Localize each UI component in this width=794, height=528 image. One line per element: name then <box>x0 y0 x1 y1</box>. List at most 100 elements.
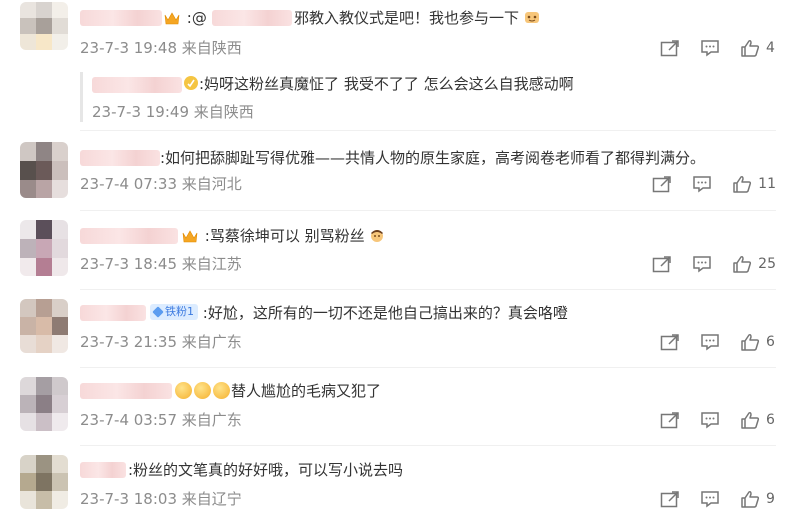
like-button[interactable]: 6 <box>740 333 776 351</box>
avatar[interactable] <box>20 2 68 50</box>
share-icon <box>660 40 679 57</box>
like-button[interactable]: 6 <box>740 411 776 429</box>
comment-item: :@ 邪教入教仪式是吧！我也参与一下 23-7-3 19:48 来自陕西 4 <box>0 0 794 66</box>
forward-button[interactable] <box>652 175 672 193</box>
comment-icon <box>701 412 719 429</box>
comment-text-line: 替人尴尬的毛病又犯了 <box>174 381 381 401</box>
share-icon <box>660 334 679 351</box>
share-icon <box>660 412 679 429</box>
reply-indent-bar <box>80 72 83 122</box>
reply-meta: 23-7-3 19:49 来自陕西 <box>92 103 254 121</box>
like-button[interactable]: 11 <box>732 175 776 193</box>
dizzy-emoji-icon <box>213 382 230 399</box>
comment-item: :如何把舔脚趾写得优雅——共情人物的原生家庭，高考阅卷老师看了都得判满分。 23… <box>0 134 794 214</box>
crown-icon <box>182 230 198 243</box>
comment-text-line: :粉丝的文笔真的好好哦，可以写小说去吗 <box>128 460 403 480</box>
reply-item: :妈呀这粉丝真魔怔了 我受不了了 怎么会这么自我感动啊 23-7-3 19:49… <box>0 66 794 126</box>
like-count: 9 <box>766 491 775 507</box>
crown-icon <box>164 12 180 25</box>
emoji-icon <box>524 12 539 23</box>
comment-text-line: :骂蔡徐坤可以 别骂粉丝 <box>180 226 385 246</box>
comment-item: :骂蔡徐坤可以 别骂粉丝 23-7-3 18:45 来自江苏 25 <box>0 214 794 292</box>
like-button[interactable]: 4 <box>740 39 776 57</box>
comment-text-line: :@ <box>162 8 207 28</box>
comment-text: :粉丝的文笔真的好好哦，可以写小说去吗 <box>128 461 404 479</box>
divider <box>80 367 776 368</box>
reply-button[interactable] <box>692 175 712 193</box>
thumbs-up-icon <box>741 40 760 57</box>
comment-meta: 23-7-3 19:48 来自陕西 <box>80 39 242 57</box>
username-blurred[interactable] <box>80 383 172 399</box>
comment-item: :粉丝的文笔真的好好哦，可以写小说去吗 23-7-3 18:03 来自辽宁 9 <box>0 449 794 528</box>
username-blurred[interactable] <box>80 150 160 166</box>
like-button[interactable]: 9 <box>740 490 776 508</box>
comment-text-line: :如何把舔脚趾写得优雅——共情人物的原生家庭，高考阅卷老师看了都得判满分。 <box>160 148 705 168</box>
dizzy-emoji-icon <box>194 382 211 399</box>
comment-text-cont: 邪教入教仪式是吧！我也参与一下 <box>294 9 520 27</box>
divider <box>80 289 776 290</box>
comment-icon <box>693 176 711 193</box>
thumbs-up-icon <box>741 334 760 351</box>
like-button[interactable]: 25 <box>732 255 776 273</box>
thumbs-up-icon <box>733 256 752 273</box>
thumbs-up-icon <box>741 491 760 508</box>
username-blurred[interactable] <box>80 10 162 26</box>
comment-icon <box>693 256 711 273</box>
forward-button[interactable] <box>652 255 672 273</box>
forward-button[interactable] <box>660 411 680 429</box>
reply-button[interactable] <box>700 490 720 508</box>
comment-icon <box>701 491 719 508</box>
badge-icon <box>184 76 198 90</box>
avatar[interactable] <box>20 142 68 198</box>
forward-button[interactable] <box>660 333 680 351</box>
mention-blurred[interactable] <box>212 10 292 26</box>
reply-text: :妈呀这粉丝真魔怔了 我受不了了 怎么会这么自我感动啊 <box>199 75 574 93</box>
dizzy-emoji-icon <box>175 382 192 399</box>
comment-text: 替人尴尬的毛病又犯了 <box>231 382 382 400</box>
like-count: 25 <box>758 256 776 272</box>
avatar[interactable] <box>20 220 68 276</box>
username-blurred[interactable] <box>80 462 126 478</box>
divider <box>80 210 776 211</box>
comment-meta: 23-7-4 07:33 来自河北 <box>80 175 242 193</box>
comment-meta: 23-7-3 18:45 来自江苏 <box>80 255 242 273</box>
comment-text: :骂蔡徐坤可以 别骂粉丝 <box>204 227 365 245</box>
avatar[interactable] <box>20 377 68 431</box>
comment-text-line: 铁粉1 :好尬，这所有的一切不还是他自己搞出来的？真会咯噔 <box>150 303 568 323</box>
username-blurred[interactable] <box>80 228 178 244</box>
avatar[interactable] <box>20 299 68 353</box>
share-icon <box>660 491 679 508</box>
comment-item: 替人尴尬的毛病又犯了 23-7-4 03:57 来自广东 6 <box>0 371 794 447</box>
like-count: 6 <box>766 412 775 428</box>
like-count: 6 <box>766 334 775 350</box>
comment-text: :@ <box>186 9 207 27</box>
diamond-icon <box>152 306 164 318</box>
forward-button[interactable] <box>660 490 680 508</box>
share-icon <box>652 256 671 273</box>
share-icon <box>652 176 671 193</box>
fan-badge[interactable]: 铁粉1 <box>150 304 198 320</box>
fan-badge-label: 铁粉1 <box>165 305 194 318</box>
reply-button[interactable] <box>692 255 712 273</box>
divider <box>80 445 776 446</box>
comment-meta: 23-7-3 18:03 来自辽宁 <box>80 490 242 508</box>
comment-text: :好尬，这所有的一切不还是他自己搞出来的？真会咯噔 <box>202 304 568 322</box>
comment-item: 铁粉1 :好尬，这所有的一切不还是他自己搞出来的？真会咯噔 23-7-3 21:… <box>0 293 794 369</box>
avatar[interactable] <box>20 455 68 509</box>
like-count: 11 <box>758 176 776 192</box>
username-blurred[interactable] <box>80 305 146 321</box>
username-blurred[interactable] <box>92 77 182 93</box>
forward-button[interactable] <box>660 39 680 57</box>
reply-button[interactable] <box>700 333 720 351</box>
comment-meta: 23-7-4 03:57 来自广东 <box>80 411 242 429</box>
divider <box>80 130 776 131</box>
thumbs-up-icon <box>741 412 760 429</box>
comment-meta: 23-7-3 21:35 来自广东 <box>80 333 242 351</box>
reply-button[interactable] <box>700 411 720 429</box>
thumbs-up-icon <box>733 176 752 193</box>
reply-text-line: :妈呀这粉丝真魔怔了 我受不了了 怎么会这么自我感动啊 <box>183 74 574 94</box>
comment-icon <box>701 334 719 351</box>
reply-button[interactable] <box>700 39 720 57</box>
like-count: 4 <box>766 40 775 56</box>
emoji-icon <box>371 230 384 242</box>
